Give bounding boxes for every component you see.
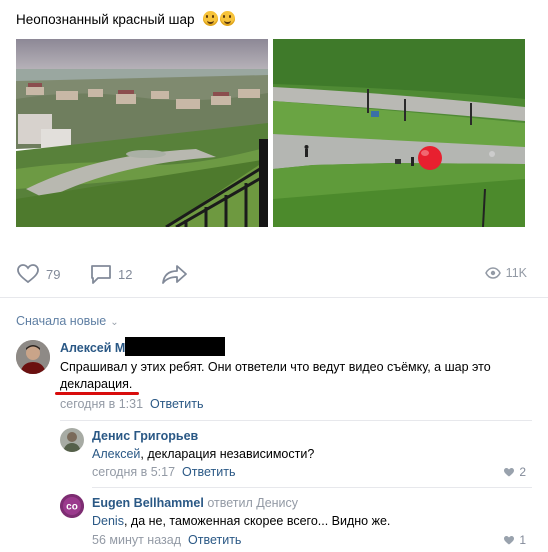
heart-icon — [504, 535, 515, 544]
comments-sort-dropdown[interactable]: Сначала новые ⌄ — [16, 314, 119, 328]
reply-link[interactable]: Ответить — [188, 533, 241, 547]
heart-icon — [504, 467, 515, 476]
heart-icon — [17, 264, 39, 284]
comment-meta: сегодня в 1:31 Ответить — [60, 397, 203, 411]
comment-text: Denis, да не, таможенная скорее всего...… — [92, 514, 391, 528]
avatar[interactable] — [60, 428, 84, 452]
comments-count: 12 — [118, 266, 133, 282]
comment-text: Алексей, декларация независимости? — [92, 447, 315, 461]
share-arrow-icon — [162, 265, 187, 284]
comment-meta: сегодня в 5:17 Ответить — [92, 465, 235, 479]
comment-author[interactable]: Денис Григорьев — [92, 429, 198, 443]
comment-button[interactable]: 12 — [90, 264, 132, 284]
likes-count: 79 — [46, 266, 61, 282]
avatar-text: co — [66, 502, 78, 513]
grinning-emoji-icon — [203, 11, 219, 26]
chevron-down-icon: ⌄ — [110, 317, 119, 328]
post-caption: Неопознанный красный шар — [16, 12, 195, 27]
share-button[interactable] — [162, 264, 194, 284]
views-counter: 11K — [484, 266, 527, 280]
comment-likes-count: 1 — [519, 533, 526, 547]
comment-time[interactable]: 56 минут назад — [92, 533, 181, 547]
avatar[interactable]: co — [60, 494, 84, 518]
eye-icon — [484, 267, 501, 279]
highlight-underline — [55, 392, 139, 395]
redaction-bar — [125, 337, 225, 356]
comment-text: Спрашивал у этих ребят. Они ответели что… — [60, 359, 530, 393]
comment-like-button[interactable]: 1 — [503, 533, 526, 547]
comment-time[interactable]: сегодня в 5:17 — [92, 465, 175, 479]
comment-icon — [91, 265, 111, 284]
post-actions: 79 12 11K — [16, 264, 532, 284]
grinning-emoji-icon — [220, 11, 236, 26]
reply-link[interactable]: Ответить — [182, 465, 235, 479]
like-button[interactable]: 79 — [16, 264, 60, 284]
comment-time[interactable]: сегодня в 1:31 — [60, 397, 143, 411]
author-link[interactable]: Eugen Bellhammel — [92, 496, 204, 510]
comment-author[interactable]: Алексей М — [60, 341, 125, 355]
reply-link[interactable]: Ответить — [150, 397, 203, 411]
post-text: Неопознанный красный шар — [16, 11, 236, 27]
addressee-link[interactable]: Denis — [92, 514, 124, 528]
divider — [0, 297, 548, 298]
divider — [92, 487, 532, 488]
comment-meta: 56 минут назад Ответить — [92, 533, 241, 547]
comment-likes-count: 2 — [519, 465, 526, 479]
comment-author: Eugen Bellhammel ответил Денису — [92, 496, 298, 510]
addressee-link[interactable]: Алексей — [92, 447, 140, 461]
avatar[interactable] — [16, 340, 50, 374]
photo-red-balloon[interactable] — [273, 39, 525, 227]
replied-to[interactable]: ответил Денису — [207, 496, 298, 510]
comment-like-button[interactable]: 2 — [503, 465, 526, 479]
photo-town-panorama[interactable] — [16, 39, 268, 227]
comment-text-line: декларация. — [60, 377, 133, 391]
comment-text-line: Спрашивал у этих ребят. Они ответели что… — [60, 360, 491, 374]
views-count: 11K — [505, 266, 527, 280]
sort-label: Сначала новые — [16, 314, 107, 328]
divider — [60, 420, 532, 421]
